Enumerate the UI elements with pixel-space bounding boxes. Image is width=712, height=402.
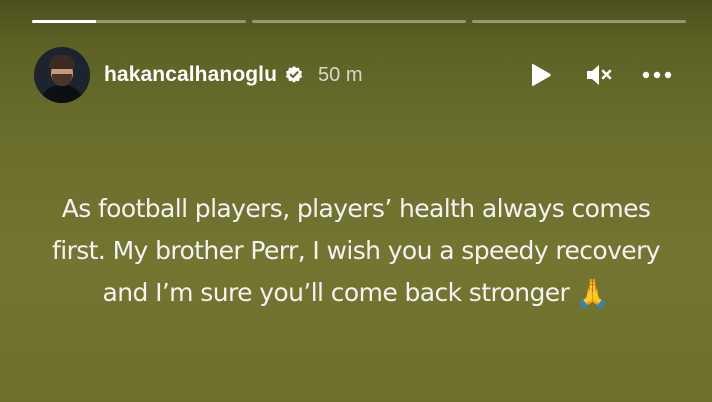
- verified-badge-icon: [284, 65, 304, 85]
- mute-icon: [587, 65, 612, 85]
- more-options-button[interactable]: [642, 60, 672, 90]
- caption-line-1: As football players, players’ health alw…: [61, 194, 651, 223]
- play-button[interactable]: [526, 60, 556, 90]
- avatar-body: [40, 85, 84, 103]
- story-caption: As football players, players’ health alw…: [40, 188, 672, 315]
- story-controls: [526, 60, 672, 90]
- story-header: hakancalhanoglu 50 m: [34, 46, 672, 104]
- story-progress-bar: [32, 20, 686, 24]
- progress-segment-2: [252, 20, 466, 23]
- avatar[interactable]: [34, 47, 90, 103]
- mute-button[interactable]: [584, 60, 614, 90]
- post-time: 50 m: [318, 63, 363, 86]
- caption-line-3-text: and I’m sure you’ll come back stronger: [102, 278, 570, 307]
- username-link[interactable]: hakancalhanoglu: [104, 63, 277, 87]
- play-icon: [532, 63, 551, 86]
- caption-line-2: first. My brother Perr, I wish you a spe…: [52, 236, 661, 265]
- praying-hands-icon: 🙏: [575, 277, 610, 310]
- progress-fill-1: [32, 20, 97, 23]
- story-viewer: hakancalhanoglu 50 m As football players…: [0, 0, 712, 402]
- caption-line-3: and I’m sure you’ll come back stronger 🙏: [40, 272, 672, 315]
- avatar-hair: [49, 55, 75, 69]
- avatar-beard: [52, 74, 72, 86]
- progress-segment-1: [32, 20, 246, 23]
- more-icon: [642, 71, 672, 79]
- progress-segment-3: [472, 20, 686, 23]
